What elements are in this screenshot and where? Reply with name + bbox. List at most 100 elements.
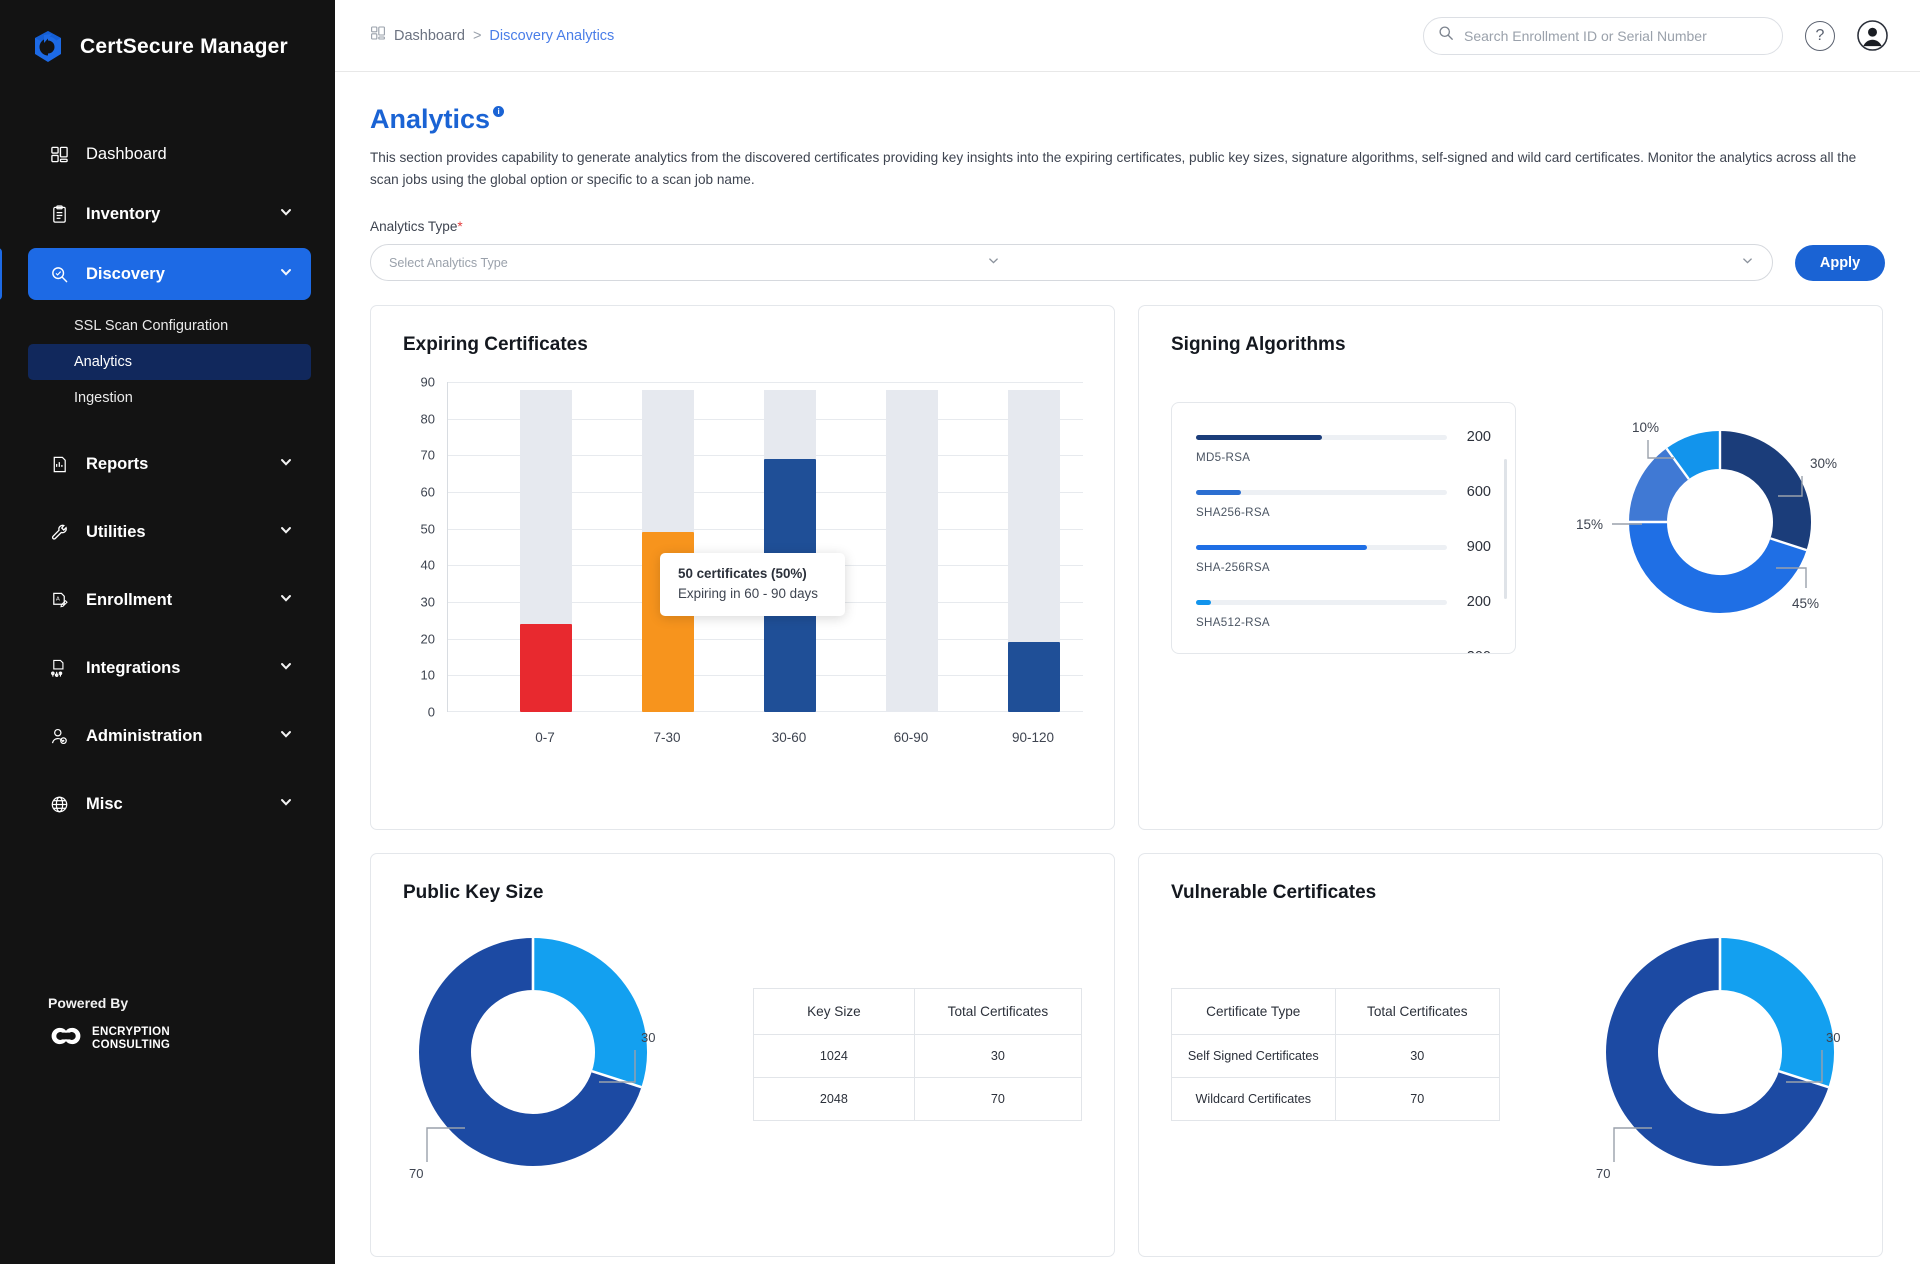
algo-fill <box>1196 434 1322 440</box>
sidebar-item-label: Reports <box>86 454 149 473</box>
sidebar-item-misc[interactable]: Misc <box>28 778 311 830</box>
sidebar-item-label: Administration <box>86 726 203 745</box>
scrollbar[interactable] <box>1504 459 1507 599</box>
y-tick: 90 <box>420 374 435 390</box>
algo-label: SHA256-RSA <box>1196 506 1270 519</box>
discovery-subnav: SSL Scan Configuration Analytics Ingesti… <box>0 308 335 416</box>
analytics-type-label: Analytics Type* <box>370 219 1885 234</box>
donut-segment-10 <box>1666 431 1721 480</box>
wrench-icon <box>46 523 72 542</box>
x-tick: 60-90 <box>893 730 929 745</box>
subitem-label: SSL Scan Configuration <box>74 318 229 334</box>
analytics-type-form: Analytics Type* Select Analytics Type Ap… <box>370 219 1885 281</box>
breadcrumb-home-icon[interactable] <box>370 25 386 46</box>
y-tick: 30 <box>420 594 435 610</box>
table-header-row: Certificate Type Total Certificates <box>1171 988 1501 1035</box>
brand[interactable]: CertSecure Manager <box>0 0 335 72</box>
donut-label-15: 15% <box>1576 517 1603 532</box>
help-button[interactable]: ? <box>1805 20 1835 51</box>
donut-segment-30 <box>532 938 647 1088</box>
admin-user-icon <box>46 727 72 746</box>
vulnerable-certificates-donut-chart: 30 70 <box>1560 922 1850 1187</box>
breadcrumb-root[interactable]: Dashboard <box>394 28 465 44</box>
public-key-size-body: 30 70 Key Size Total Certificates 1024 3… <box>403 922 1083 1187</box>
table-cell: Wildcard Certificates <box>1171 1077 1336 1121</box>
algo-row[interactable]: 200 MD5-RSA <box>1196 429 1491 464</box>
sidebar-item-label: Misc <box>86 794 123 813</box>
chart-tooltip: 50 certificates (50%) Expiring in 60 - 9… <box>660 553 845 616</box>
signing-algorithms-donut-chart: 30% 45% 15% 10% <box>1570 402 1850 647</box>
vulnerable-certificates-table: Certificate Type Total Certificates Self… <box>1171 988 1501 1121</box>
algo-value: 200 <box>1466 429 1491 445</box>
sidebar-subitem-ingestion[interactable]: Ingestion <box>28 380 311 416</box>
avatar[interactable] <box>1857 20 1888 51</box>
sidebar-item-enrollment[interactable]: A Enrollment <box>28 574 311 626</box>
enrollment-icon: A <box>46 591 72 610</box>
algo-row[interactable]: 200 SHA512-RSA <box>1196 594 1491 629</box>
partner-logo: ENCRYPTION CONSULTING <box>48 1025 170 1052</box>
magnifier-icon <box>46 265 72 284</box>
algo-fill <box>1196 544 1367 550</box>
info-badge-icon[interactable]: i <box>493 106 505 117</box>
donut-label-30: 30 <box>1826 1030 1840 1045</box>
table-cell: Self Signed Certificates <box>1171 1034 1336 1078</box>
algo-row[interactable]: 900 SHA-256RSA <box>1196 539 1491 574</box>
sidebar-subitem-analytics[interactable]: Analytics <box>28 344 311 380</box>
table-header-cell: Certificate Type <box>1171 988 1336 1035</box>
table-row: Self Signed Certificates 30 <box>1171 1034 1501 1078</box>
bar-value[interactable] <box>520 624 572 712</box>
algo-value: 200 <box>1457 649 1491 653</box>
donut-label-45: 45% <box>1792 596 1819 611</box>
sidebar-nav: Dashboard Inventory Discovery SSL Scan C… <box>0 128 335 830</box>
analytics-type-select[interactable]: Select Analytics Type <box>370 244 1773 281</box>
donut-segment-30 <box>1719 938 1834 1088</box>
algo-row[interactable]: 600 SHA256-RSA <box>1196 484 1491 519</box>
analytics-type-label-text: Analytics Type <box>370 219 458 234</box>
table-row: Wildcard Certificates 70 <box>1171 1077 1501 1121</box>
app-logo-icon <box>30 29 66 65</box>
bar-track <box>886 390 938 712</box>
donut-segment-15 <box>1629 448 1690 523</box>
sidebar-item-discovery[interactable]: Discovery <box>0 248 311 300</box>
page-description: This section provides capability to gene… <box>370 150 1857 187</box>
table-cell: 70 <box>1334 1077 1501 1121</box>
apply-button[interactable]: Apply <box>1795 244 1885 281</box>
search-input[interactable] <box>1464 27 1768 44</box>
sidebar-item-label: Dashboard <box>86 144 167 163</box>
search-box[interactable] <box>1423 16 1783 55</box>
y-tick: 60 <box>420 484 435 500</box>
card-title: Signing Algorithms <box>1171 334 1346 355</box>
table-cell: 1024 <box>753 1034 915 1078</box>
chevron-down-icon[interactable] <box>1741 254 1754 272</box>
sidebar-item-integrations[interactable]: Integrations <box>28 642 311 694</box>
chevron-down-icon <box>987 254 1000 272</box>
sidebar-item-dashboard[interactable]: Dashboard <box>28 128 311 180</box>
sidebar-item-label: Discovery <box>86 264 165 283</box>
sidebar-item-inventory[interactable]: Inventory <box>28 188 311 240</box>
public-key-size-table: Key Size Total Certificates 1024 30 2048… <box>753 988 1083 1121</box>
algo-row[interactable]: 200 SHA512-RSA <box>1196 649 1491 653</box>
card-expiring-certificates: Expiring Certificates 90 80 70 60 50 40 … <box>370 305 1115 830</box>
sidebar-item-label: Inventory <box>86 204 161 223</box>
report-icon <box>46 455 72 474</box>
analytics-card-grid: Expiring Certificates 90 80 70 60 50 40 … <box>370 305 1885 1257</box>
card-public-key-size: Public Key Size 30 70 Key Size Total Cer… <box>370 853 1115 1257</box>
table-header-cell: Total Certificates <box>1334 988 1501 1035</box>
main-area: Dashboard > Discovery Analytics ? <box>335 0 1920 1264</box>
page-title-text: Analytics <box>370 104 491 134</box>
bar-value[interactable] <box>1008 642 1060 712</box>
y-tick: 70 <box>420 447 435 463</box>
sidebar-item-utilities[interactable]: Utilities <box>28 506 311 558</box>
card-title: Public Key Size <box>403 882 544 903</box>
breadcrumb-current[interactable]: Discovery Analytics <box>489 28 614 44</box>
y-tick: 80 <box>420 411 435 427</box>
y-tick: 40 <box>420 557 435 573</box>
sidebar-item-administration[interactable]: Administration <box>28 710 311 762</box>
integrations-icon <box>46 659 72 678</box>
table-cell: 2048 <box>753 1077 915 1121</box>
sidebar-item-reports[interactable]: Reports <box>28 438 311 490</box>
donut-label-30: 30 <box>641 1030 655 1045</box>
vulnerable-certificates-body: Certificate Type Total Certificates Self… <box>1171 922 1850 1187</box>
sidebar-subitem-ssl-scan-configuration[interactable]: SSL Scan Configuration <box>28 308 311 344</box>
table-header-row: Key Size Total Certificates <box>753 988 1083 1035</box>
